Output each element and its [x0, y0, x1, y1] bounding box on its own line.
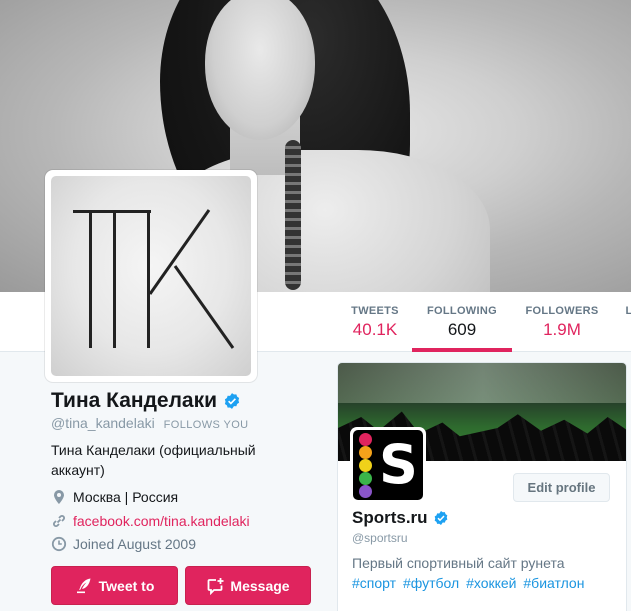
- avatar[interactable]: [45, 170, 257, 382]
- card-avatar[interactable]: S: [350, 427, 426, 503]
- follows-you-badge: FOLLOWS YOU: [163, 419, 249, 431]
- profile-joined: Joined August 2009: [51, 536, 196, 552]
- stat-tweets-value: 40.1K: [352, 320, 398, 339]
- profile-url: facebook.com/tina.kandelaki: [51, 513, 250, 529]
- link-icon: [53, 515, 65, 527]
- hashtag-link[interactable]: #спорт: [352, 575, 396, 591]
- tweet-to-label: Tweet to: [98, 577, 155, 594]
- hashtag-link[interactable]: #хоккей: [466, 575, 516, 591]
- stat-likes[interactable]: L: [622, 292, 631, 352]
- profile-joined-text: Joined August 2009: [73, 536, 196, 552]
- card-name[interactable]: Sports.ru: [352, 508, 449, 528]
- profile-bio: Тина Канделаки (официальный аккаунт): [51, 442, 256, 478]
- card-handle[interactable]: @sportsru: [352, 531, 408, 545]
- card-bio: Первый спортивный сайт рунета #спорт #фу…: [352, 553, 622, 593]
- card-hashtags: #спорт #футбол #хоккей #биатлон: [352, 573, 622, 593]
- quill-icon: [76, 578, 91, 593]
- sportsru-logo-icon: S: [353, 430, 423, 500]
- stat-tweets[interactable]: TWEETS 40.1K: [340, 292, 410, 352]
- stat-followers-label: FOLLOWERS: [525, 305, 599, 317]
- card-logo-letter: S: [379, 433, 418, 496]
- profile-location: Москва | Россия: [51, 489, 178, 505]
- edit-profile-button[interactable]: Edit profile: [513, 473, 610, 502]
- stat-following-label: FOLLOWING: [427, 305, 497, 317]
- hashtag-link[interactable]: #футбол: [403, 575, 459, 591]
- calendar-icon: [51, 536, 67, 552]
- message-label: Message: [230, 577, 290, 594]
- verified-icon: [434, 511, 447, 525]
- verified-icon: [224, 393, 240, 409]
- profile-name[interactable]: Тина Канделаки: [51, 389, 241, 413]
- card-bio-text: Первый спортивный сайт рунета: [352, 555, 565, 571]
- profile-name-text: Тина Канделаки: [51, 389, 218, 412]
- stat-tweets-label: TWEETS: [351, 305, 399, 317]
- tweet-to-button[interactable]: Tweet to: [51, 566, 178, 605]
- profile-location-text: Москва | Россия: [73, 489, 179, 505]
- account-card: S Edit profile Sports.ru @sportsru Первы…: [337, 362, 627, 611]
- profile-handle[interactable]: @tina_kandelaki: [51, 415, 155, 431]
- hashtag-link[interactable]: #биатлон: [523, 575, 584, 591]
- location-icon: [54, 490, 64, 504]
- stat-followers[interactable]: FOLLOWERS 1.9M: [518, 292, 606, 352]
- message-button[interactable]: Message: [185, 566, 311, 605]
- stat-following[interactable]: FOLLOWING 609: [412, 292, 512, 352]
- message-icon: [208, 577, 224, 595]
- card-name-text: Sports.ru: [352, 508, 428, 527]
- stat-following-value: 609: [447, 320, 477, 339]
- profile-handle-row: @tina_kandelaki FOLLOWS YOU: [51, 415, 249, 431]
- stat-likes-label: L: [625, 305, 631, 317]
- profile-url-link[interactable]: facebook.com/tina.kandelaki: [73, 513, 250, 529]
- stat-followers-value: 1.9M: [543, 320, 581, 339]
- avatar-monogram: [51, 176, 251, 376]
